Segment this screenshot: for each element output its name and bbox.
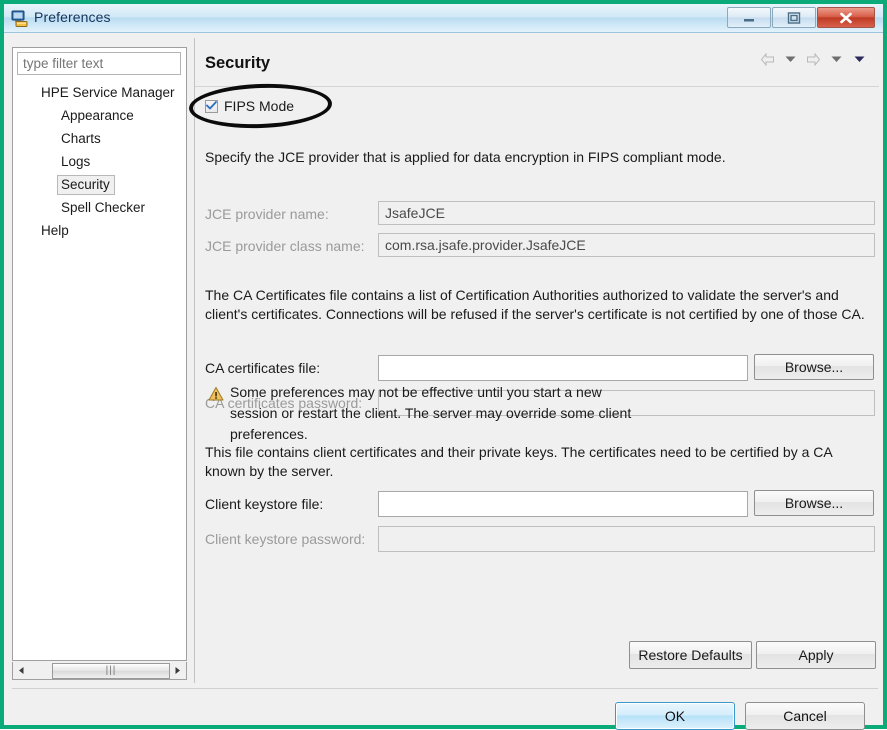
tree-item-label: Appearance <box>61 108 134 123</box>
client-keystore-description: This file contains client certificates a… <box>205 444 832 479</box>
check-icon <box>206 97 217 115</box>
forward-button[interactable] <box>803 48 824 70</box>
tree-item-appearance[interactable]: Appearance <box>13 104 186 127</box>
client-keystore-browse-button[interactable]: Browse... <box>754 490 874 516</box>
fips-mode-row[interactable]: FIPS Mode <box>205 98 294 114</box>
ca-certificates-file-label: CA certificates file: <box>205 360 321 376</box>
tree-item-label: Charts <box>61 131 101 146</box>
client-keystore-password-input[interactable] <box>378 526 875 552</box>
scroll-left-button[interactable] <box>13 662 30 680</box>
warning-triangle-icon <box>208 386 224 402</box>
minimize-icon <box>728 8 770 27</box>
jce-provider-name-label: JCE provider name: <box>205 206 329 222</box>
scrollbar-thumb[interactable]: ||| <box>52 662 170 679</box>
jce-provider-class-name-input[interactable] <box>378 233 875 257</box>
tree-item-charts[interactable]: Charts <box>13 127 186 150</box>
forward-history-chevron-down-icon[interactable] <box>826 48 847 70</box>
fips-mode-checkbox[interactable] <box>205 97 218 115</box>
apply-button[interactable]: Apply <box>756 641 876 669</box>
scroll-right-button[interactable] <box>169 662 186 680</box>
ca-certificates-browse-button[interactable]: Browse... <box>754 354 874 380</box>
page-title: Security <box>205 54 271 72</box>
triangle-right-icon <box>173 662 182 680</box>
window-title: Preferences <box>34 9 111 25</box>
tree-item-label: Logs <box>61 154 91 169</box>
ca-certificates-description: The CA Certificates file contains a list… <box>205 287 865 322</box>
jce-provider-name-input[interactable] <box>378 201 875 225</box>
footer-divider <box>12 688 878 689</box>
tree-item-label: Security <box>57 175 115 195</box>
screenshot-root: Preferences type filter text HPE Service… <box>0 0 887 730</box>
tree-item-label: Spell Checker <box>61 200 146 215</box>
restore-defaults-button[interactable]: Restore Defaults <box>629 641 752 669</box>
scrollbar-grip: ||| <box>105 664 117 676</box>
client-keystore-password-label: Client keystore password: <box>205 531 366 547</box>
jce-description: Specify the JCE provider that is applied… <box>205 149 726 165</box>
preferences-tree-panel: HPE Service Manager Appearance Charts Lo… <box>12 47 187 661</box>
preferences-tree: HPE Service Manager Appearance Charts Lo… <box>13 81 186 242</box>
close-icon <box>818 8 874 27</box>
cancel-button[interactable]: Cancel <box>745 702 865 730</box>
tree-item-security[interactable]: Security <box>13 173 186 196</box>
maximize-icon <box>773 8 815 27</box>
window-title-bar: Preferences <box>4 4 883 33</box>
computer-icon <box>11 10 28 27</box>
close-button[interactable] <box>817 7 875 28</box>
back-button[interactable] <box>757 48 778 70</box>
page-navigation-bar <box>757 48 870 70</box>
view-menu-chevron-down-icon[interactable] <box>849 48 870 70</box>
tree-item-label: Help <box>41 223 69 238</box>
back-history-chevron-down-icon[interactable] <box>780 48 801 70</box>
tree-item-label: HPE Service Manager <box>41 85 175 100</box>
ok-button[interactable]: OK <box>615 702 735 730</box>
maximize-button[interactable] <box>772 7 816 28</box>
tree-item-logs[interactable]: Logs <box>13 150 186 173</box>
fips-mode-label: FIPS Mode <box>224 98 295 114</box>
security-preference-page: Security FIPS Mode Specify the JCE provi… <box>194 38 879 683</box>
tree-item-spell-checker[interactable]: Spell Checker <box>13 196 186 219</box>
minimize-button[interactable] <box>727 7 771 28</box>
tree-item-help[interactable]: Help <box>13 219 186 242</box>
ca-certificates-file-input[interactable] <box>378 355 748 381</box>
client-keystore-file-label: Client keystore file: <box>205 496 324 512</box>
scrollbar-track[interactable]: ||| <box>30 662 170 679</box>
tree-horizontal-scrollbar[interactable]: ||| <box>12 662 187 680</box>
preferences-dialog: HPE Service Manager Appearance Charts Lo… <box>4 33 883 730</box>
client-keystore-file-input[interactable] <box>378 491 748 517</box>
title-divider <box>195 86 879 87</box>
tree-item-hpe-service-manager[interactable]: HPE Service Manager <box>13 81 186 104</box>
filter-input[interactable] <box>17 52 181 75</box>
jce-provider-class-name-label: JCE provider class name: <box>205 238 365 254</box>
triangle-left-icon <box>17 662 26 680</box>
warning-message: Some preferences may not be effective un… <box>230 384 632 442</box>
